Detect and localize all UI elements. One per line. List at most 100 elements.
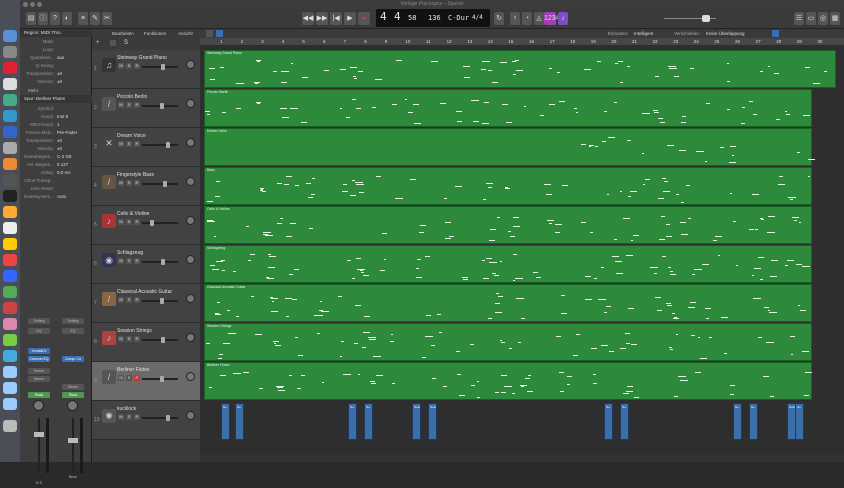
midi-note[interactable] — [410, 179, 416, 180]
midi-note[interactable] — [544, 184, 551, 185]
midi-note[interactable] — [631, 344, 637, 345]
midi-note[interactable] — [721, 317, 728, 318]
midi-note[interactable] — [482, 61, 490, 62]
setting-button[interactable]: Setting — [28, 318, 50, 324]
midi-note[interactable] — [456, 351, 460, 352]
tuner-button[interactable]: ♮ — [510, 12, 520, 25]
midi-note[interactable] — [356, 184, 364, 185]
midi-note[interactable] — [273, 341, 279, 342]
midi-note[interactable] — [741, 123, 745, 124]
midi-note[interactable] — [269, 256, 276, 257]
midi-note[interactable] — [243, 372, 249, 373]
volume-fader[interactable] — [34, 418, 44, 473]
midi-note[interactable] — [674, 76, 679, 77]
midi-note[interactable] — [445, 222, 451, 223]
midi-note[interactable] — [295, 185, 299, 186]
midi-note[interactable] — [705, 308, 711, 309]
midi-note[interactable] — [601, 345, 608, 346]
midi-note[interactable] — [679, 150, 686, 151]
solo-button[interactable]: S — [126, 336, 132, 342]
midi-note[interactable] — [666, 236, 672, 237]
midi-note[interactable] — [425, 256, 430, 257]
midi-note[interactable] — [290, 108, 298, 109]
compass-icon[interactable] — [3, 222, 17, 234]
horizontal-scrollbar[interactable] — [200, 455, 844, 462]
midi-note[interactable] — [483, 199, 486, 200]
pencil-tool-icon[interactable] — [206, 30, 213, 37]
midi-note[interactable] — [797, 152, 800, 153]
midi-note[interactable] — [220, 375, 226, 376]
track-header[interactable]: 1 ♫ Steinway Grand Piano M S R — [92, 50, 200, 89]
midi-note[interactable] — [217, 302, 220, 303]
midi-note[interactable] — [392, 104, 397, 105]
midi-note[interactable] — [547, 220, 554, 221]
midi-note[interactable] — [604, 312, 607, 313]
record-enable-button[interactable]: R — [134, 219, 140, 225]
midi-note[interactable] — [320, 301, 322, 302]
track-inspector-header[interactable]: Spur: Berliner Flutes — [20, 95, 92, 103]
midi-note[interactable] — [805, 67, 810, 68]
notes-button[interactable]: ▭ — [806, 12, 816, 25]
midi-note[interactable] — [706, 318, 709, 319]
midi-note[interactable] — [715, 236, 722, 237]
midi-note[interactable] — [528, 375, 531, 376]
midi-note[interactable] — [369, 339, 376, 340]
region-inspector-header[interactable]: Region: MIDI Thru — [20, 29, 92, 37]
midi-note[interactable] — [209, 387, 212, 388]
midi-note[interactable] — [732, 155, 734, 156]
bbedit-icon[interactable] — [3, 270, 17, 282]
midi-note[interactable] — [477, 381, 479, 382]
midi-note[interactable] — [614, 239, 617, 240]
midi-note[interactable] — [718, 255, 720, 256]
midi-note[interactable] — [510, 236, 515, 237]
snap-select[interactable]: Intelligent — [634, 29, 653, 38]
midi-note[interactable] — [488, 70, 492, 71]
midi-note[interactable] — [371, 383, 376, 384]
midi-note[interactable] — [686, 185, 690, 186]
midi-note[interactable] — [680, 222, 686, 223]
midi-note[interactable] — [616, 273, 623, 274]
midi-note[interactable] — [449, 236, 454, 237]
midi-note[interactable] — [730, 385, 735, 386]
midi-note[interactable] — [774, 73, 779, 74]
pan-knob[interactable] — [186, 372, 195, 381]
mute-button[interactable]: M — [118, 141, 124, 147]
inspector-row[interactable]: Q-Swing: — [22, 62, 90, 70]
drummer-region[interactable]: Sust — [412, 403, 421, 440]
track-name[interactable]: Steinway Grand Piano — [117, 55, 167, 61]
library-button[interactable]: ▤ — [26, 12, 36, 25]
app-icon[interactable] — [3, 286, 17, 298]
midi-note[interactable] — [766, 342, 774, 343]
midi-note[interactable] — [495, 303, 500, 304]
midi-note[interactable] — [573, 355, 578, 356]
midi-note[interactable] — [669, 68, 677, 69]
mute-button[interactable]: M — [118, 414, 124, 420]
midi-note[interactable] — [790, 199, 793, 200]
record-enable-button[interactable]: R — [134, 63, 140, 69]
track-header[interactable]: 5 ♪ Cello & Violine M S R — [92, 206, 200, 245]
piano-icon[interactable]: ♫ — [102, 58, 116, 72]
midi-note[interactable] — [626, 255, 633, 256]
midi-note[interactable] — [216, 181, 220, 182]
inspector-row[interactable]: Transposition: ±0 — [22, 70, 90, 78]
midi-note[interactable] — [437, 314, 441, 315]
midi-note[interactable] — [681, 202, 684, 203]
midi-note[interactable] — [486, 183, 493, 184]
midi-note[interactable] — [653, 110, 658, 111]
pan-knob[interactable] — [33, 400, 44, 411]
midi-note[interactable] — [660, 122, 665, 123]
midi-note[interactable] — [557, 72, 560, 73]
track-name[interactable]: Piccolo Berlin — [117, 94, 147, 100]
midi-note[interactable] — [236, 83, 244, 84]
midi-note[interactable] — [549, 104, 555, 105]
midi-note[interactable] — [754, 268, 761, 269]
midi-note[interactable] — [382, 233, 387, 234]
midi-note[interactable] — [285, 298, 292, 299]
midi-note[interactable] — [634, 397, 639, 398]
midi-note[interactable] — [771, 260, 778, 261]
inspector-row-value[interactable]: C-2 G8 — [57, 153, 72, 161]
midi-note[interactable] — [594, 278, 597, 279]
drum-kit-icon[interactable]: ◉ — [102, 253, 116, 267]
audio-fx-slot[interactable]: Compr Co — [62, 356, 84, 362]
midi-note[interactable] — [341, 341, 344, 342]
